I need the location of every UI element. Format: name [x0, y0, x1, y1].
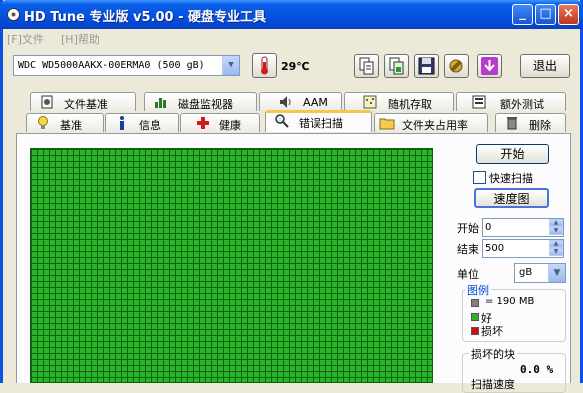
- menu-file[interactable]: [F]文件: [7, 31, 44, 47]
- unit-select-value: gB: [519, 267, 533, 278]
- tab-folder-usage[interactable]: 文件夹占用率: [374, 113, 488, 132]
- random-access-icon: [363, 95, 377, 109]
- end-position-label: 结束: [457, 243, 479, 256]
- copy-screenshot-button[interactable]: [384, 54, 409, 78]
- quick-scan-label: 快速扫描: [489, 172, 533, 185]
- close-button[interactable]: ×: [558, 4, 579, 25]
- end-position-spinner[interactable]: ▲ ▼: [549, 240, 563, 257]
- good-swatch: [471, 313, 479, 321]
- health-cross-icon: [197, 117, 209, 129]
- maximize-button[interactable]: □: [535, 4, 556, 25]
- tab-aam[interactable]: AAM: [259, 92, 342, 111]
- start-position-input[interactable]: 0 ▲ ▼: [482, 218, 564, 237]
- temperature-value: 29℃: [281, 60, 310, 73]
- tab-health[interactable]: 健康: [180, 113, 260, 132]
- floppy-disk-icon: [418, 57, 435, 75]
- damaged-blocks-title: 损坏的块: [469, 346, 517, 362]
- unit-label: 单位: [457, 268, 479, 281]
- bulb-icon: [38, 116, 48, 129]
- menu-help[interactable]: [H]帮助: [61, 31, 100, 47]
- extra-tests-icon: [472, 95, 486, 109]
- damaged-label: 损坏: [481, 325, 503, 338]
- block-size-swatch: [471, 299, 479, 307]
- window-title: HD Tune 专业版 v5.00 - 硬盘专业工具: [24, 10, 267, 25]
- start-position-spinner[interactable]: ▲ ▼: [549, 219, 563, 236]
- tab-extra-tests[interactable]: 额外测试: [456, 92, 566, 111]
- exit-button[interactable]: 退出: [520, 54, 570, 78]
- menu-bar: [F]文件 [H]帮助: [3, 29, 580, 47]
- copy-text-button[interactable]: [354, 54, 379, 78]
- file-benchmark-icon: [41, 95, 53, 109]
- damaged-swatch: [471, 327, 479, 335]
- title-bar[interactable]: HD Tune 专业版 v5.00 - 硬盘专业工具 _ □ ×: [0, 0, 583, 29]
- disk-monitor-icon: [155, 98, 166, 108]
- trash-icon: [507, 117, 517, 130]
- start-position-label: 开始: [457, 222, 479, 235]
- tab-random-access[interactable]: 随机存取: [344, 92, 454, 111]
- tab-error-scan[interactable]: 错误扫描: [265, 110, 372, 132]
- block-size-label: = 190 MB: [485, 296, 535, 307]
- unit-select[interactable]: gB ▼: [514, 263, 566, 283]
- start-scan-button[interactable]: 开始: [476, 144, 549, 164]
- speaker-icon: [280, 96, 291, 108]
- magnifier-icon: [275, 114, 289, 128]
- unit-chevron-down-icon[interactable]: ▼: [548, 264, 565, 282]
- thermometer-icon: [261, 56, 268, 75]
- speed-map-button[interactable]: 速度图: [474, 188, 549, 208]
- chevron-down-icon[interactable]: ▼: [222, 56, 239, 75]
- info-icon: [120, 116, 124, 130]
- app-logo-icon: [7, 8, 20, 21]
- minimize-button[interactable]: _: [512, 4, 533, 25]
- tab-delete[interactable]: 删除: [495, 113, 566, 132]
- drive-select-value: WDC WD5000AAKX-00ERMA0 (500 gB): [18, 60, 205, 71]
- options-button[interactable]: [444, 54, 469, 78]
- drive-select[interactable]: WDC WD5000AAKX-00ERMA0 (500 gB) ▼: [13, 55, 240, 76]
- tab-info[interactable]: 信息: [105, 113, 179, 132]
- tab-benchmark[interactable]: 基准: [26, 113, 104, 132]
- copy-image-icon: [389, 57, 404, 75]
- down-arrow-icon: [481, 57, 498, 75]
- copy-icon: [359, 57, 374, 75]
- end-position-input[interactable]: 500 ▲ ▼: [482, 239, 564, 258]
- download-button[interactable]: [477, 54, 502, 78]
- app-window: HD Tune 专业版 v5.00 - 硬盘专业工具 _ □ × [F]文件 […: [0, 0, 583, 393]
- scan-speed-label: 扫描速度: [471, 378, 515, 391]
- end-position-value: 500: [485, 243, 505, 254]
- temperature-button[interactable]: [252, 53, 277, 78]
- quick-scan-checkbox[interactable]: [473, 171, 486, 184]
- save-button[interactable]: [414, 54, 439, 78]
- tab-file-benchmark[interactable]: 文件基准: [30, 92, 136, 111]
- start-position-value: 0: [485, 222, 492, 233]
- scan-block-grid: [30, 148, 433, 383]
- tab-disk-monitor[interactable]: 磁盘监视器: [144, 92, 257, 111]
- folder-icon: [379, 118, 395, 130]
- damaged-blocks-value: 0.0 %: [520, 363, 554, 376]
- wrench-icon: [449, 59, 463, 73]
